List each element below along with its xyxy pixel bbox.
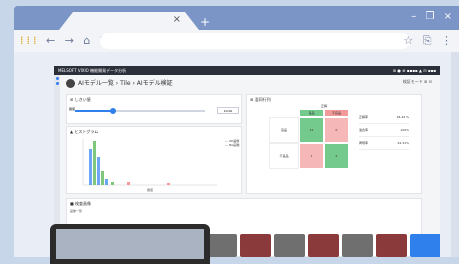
breadcrumb: AIモデル一覧 › Tile › AIモデル検証 [66, 77, 173, 91]
legend-ng: — NG画像 [225, 143, 240, 147]
metric-label: 正解率 [359, 115, 369, 119]
matrix-cell-tn[interactable]: 5 [324, 143, 349, 169]
metric-row: 適合率 100% [359, 124, 409, 137]
metric-label: 再現率 [359, 141, 369, 145]
metric-value: 92.31% [397, 141, 409, 145]
tab-bar: × + – ❐ × [14, 6, 459, 30]
browser-toolbar: ⁞⁞⁞ ← → ⌂ ↻ ☆ ⎘ ⋮ [14, 30, 459, 52]
images-subtitle: 画像一覧 [70, 209, 83, 213]
metric-label: 適合率 [359, 128, 369, 132]
metrics-list: 正解率 94.44 % 適合率 100% 再現率 92.31% [359, 111, 409, 150]
thumbnail[interactable] [206, 234, 237, 257]
thumbnail[interactable] [274, 234, 305, 257]
thumbnail[interactable] [342, 234, 373, 257]
mode-selector[interactable]: 検証モード ⊞ ⊟ [403, 79, 432, 85]
browser-window: × + – ❐ × ⁞⁞⁞ ← → ⌂ ↻ ☆ ⎘ ⋮ MELSOFT VIXI… [14, 6, 459, 257]
confusion-matrix: 正解 良品 不良品 良品 不良品 12 0 1 5 [269, 103, 351, 169]
metric-value: 94.44 % [396, 115, 409, 119]
histogram-bar [101, 171, 104, 185]
matrix-col-ng: 不良品 [324, 109, 349, 117]
avatar-icon [66, 79, 75, 88]
window-controls[interactable]: – ❐ × [411, 11, 455, 22]
matrix-cell-tp[interactable]: 12 [299, 117, 324, 143]
matrix-col-header: 正解 [299, 103, 349, 108]
histogram-bar [89, 149, 92, 185]
histogram-bar [127, 182, 130, 185]
histogram-xlabel: 閾値 [147, 188, 154, 192]
histogram-bar [93, 141, 96, 185]
matrix-cell-fp[interactable]: 1 [299, 143, 324, 169]
histogram-legend: — OK画像 — NG画像 [225, 139, 240, 147]
histogram-bar [105, 179, 108, 185]
histogram-bar [111, 182, 114, 185]
app-header-icons[interactable]: ⊞ ● ⊕ ▪▪▪▪ ▲ ⊟ ▪▪▪ [393, 66, 436, 75]
nav-icons[interactable]: ⁞⁞⁞ ← → ⌂ ↻ [20, 34, 112, 47]
threshold-title: ⊞ しきい値 [70, 97, 91, 102]
new-tab-button[interactable]: + [197, 16, 213, 28]
toolbar-right-icons[interactable]: ☆ ⎘ ⋮ [403, 34, 455, 48]
slider-knob[interactable] [109, 108, 116, 114]
metric-value: 100% [400, 128, 409, 132]
metric-row: 再現率 92.31% [359, 137, 409, 150]
histogram-bar [167, 183, 170, 185]
images-title: ■ 検査画像 [70, 201, 92, 206]
app-header: MELSOFT VIXIO 機能開発データ分析 ⊞ ● ⊕ ▪▪▪▪ ▲ ⊟ ▪… [54, 66, 440, 75]
confusion-matrix-card: ⊞ 混同行列 正解 良品 不良品 良品 不良品 12 0 1 5 正解率 94.4… [246, 94, 422, 194]
close-tab-icon[interactable]: × [173, 14, 181, 25]
threshold-input[interactable]: 10.00 [217, 107, 239, 114]
matrix-row-ok: 良品 [269, 117, 299, 143]
threshold-slider[interactable] [75, 108, 205, 114]
histogram-bar [97, 157, 100, 185]
sidebar-dot[interactable] [55, 82, 59, 85]
laptop-screen [56, 229, 204, 259]
scrollbar[interactable] [451, 52, 459, 257]
histogram-svg [82, 139, 217, 186]
apps-grid-icon[interactable]: ⁞⁞⁞ [20, 34, 40, 47]
matrix-row-ng: 不良品 [269, 143, 299, 169]
thumbnail[interactable] [240, 234, 271, 257]
matrix-cell-fn[interactable]: 0 [324, 117, 349, 143]
breadcrumb-text[interactable]: AIモデル一覧 › Tile › AIモデル検証 [78, 80, 173, 87]
thumbnail[interactable] [308, 234, 339, 257]
matrix-col-ok: 良品 [299, 109, 324, 117]
slider-fill [75, 110, 113, 112]
app-title: MELSOFT VIXIO 機能開発データ分析 [58, 68, 127, 73]
thumbnail-selected[interactable] [410, 234, 440, 257]
address-bar[interactable] [100, 33, 410, 49]
thumbnail[interactable] [376, 234, 407, 257]
histogram-card: ▲ ヒストグラム — OK画像 — NG画像 閾値 [66, 126, 242, 194]
metric-row: 正解率 94.44 % [359, 111, 409, 124]
sidebar-dot[interactable] [55, 77, 59, 80]
browser-tab[interactable]: × [59, 12, 199, 30]
threshold-card: ⊞ しきい値 閾値 10.00 [66, 94, 242, 124]
